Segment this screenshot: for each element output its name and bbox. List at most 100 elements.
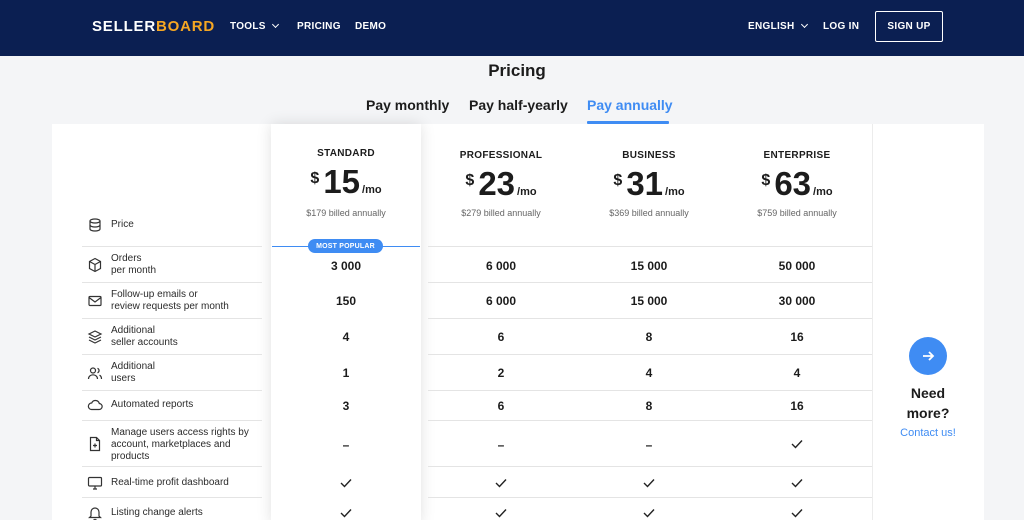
row-divider: [82, 466, 262, 467]
plan-price-business: $31/mo: [574, 165, 724, 203]
check-icon: [271, 507, 421, 520]
plan-price-professional: $23/mo: [426, 165, 576, 203]
price-currency: $: [310, 170, 320, 187]
feature-label-profit-dashboard: Real-time profit dashboard: [111, 477, 229, 488]
feature-value: 6 000: [485, 294, 517, 308]
row-divider: [82, 318, 262, 319]
feature-value: –: [342, 438, 350, 452]
nav-pricing-link[interactable]: PRICING: [297, 21, 341, 32]
language-selector[interactable]: ENGLISH: [748, 20, 808, 32]
feature-label-users: Additional users: [111, 361, 155, 384]
feature-value: 2: [497, 366, 505, 380]
price-amount: 23: [478, 165, 516, 202]
check-icon: [722, 477, 872, 491]
monitor-icon: [87, 475, 103, 491]
check-icon: [574, 507, 724, 520]
feature-label-listing-alerts: Listing change alerts: [111, 507, 203, 518]
need-more-arrow-button[interactable]: [909, 337, 947, 375]
feature-value: 6: [497, 330, 505, 344]
feature-value: 150: [335, 294, 357, 308]
billed-note-professional: $279 billed annually: [461, 208, 541, 218]
logo-text-seller: SELLER: [92, 18, 156, 35]
coins-icon: [87, 217, 103, 233]
feature-value: 15 000: [630, 259, 668, 273]
check-icon: [426, 477, 576, 491]
most-popular-badge: MOST POPULAR: [308, 239, 383, 253]
plan-name-standard: STANDARD: [317, 148, 375, 159]
file-plus-icon: [87, 436, 103, 452]
tab-pay-annually[interactable]: Pay annually: [587, 97, 673, 113]
layers-icon: [87, 329, 103, 345]
cloud-icon: [87, 397, 103, 413]
feature-label-access-rights: Manage users access rights by account, m…: [111, 427, 249, 462]
arrow-right-icon: [923, 351, 935, 361]
check-icon: [426, 507, 576, 520]
bell-icon: [87, 505, 103, 520]
users-icon: [87, 365, 103, 381]
logo[interactable]: SELLERBOARD: [92, 18, 215, 35]
row-divider: [82, 497, 262, 498]
row-divider: [428, 282, 872, 283]
row-divider: [428, 390, 872, 391]
feature-value: 30 000: [778, 294, 816, 308]
row-divider: [82, 354, 262, 355]
billed-note-enterprise: $759 billed annually: [757, 208, 837, 218]
nav-demo-link[interactable]: DEMO: [355, 21, 386, 32]
feature-value: 16: [790, 330, 804, 344]
feature-value: 15 000: [630, 294, 668, 308]
row-divider: [428, 246, 872, 247]
row-divider: [428, 497, 872, 498]
tab-pay-monthly[interactable]: Pay monthly: [366, 97, 449, 113]
feature-label-seller-accounts: Additional seller accounts: [111, 325, 178, 348]
language-label: ENGLISH: [748, 21, 795, 32]
need-more-panel: [872, 124, 984, 520]
top-nav: SELLERBOARD TOOLS PRICING DEMO ENGLISH L…: [0, 0, 1024, 56]
feature-value: 50 000: [778, 259, 816, 273]
feature-value: 3: [342, 399, 350, 413]
nav-tools-label: TOOLS: [230, 21, 266, 32]
price-amount: 63: [774, 165, 812, 202]
price-currency: $: [761, 172, 771, 189]
feature-value: 8: [645, 330, 653, 344]
price-amount: 31: [626, 165, 664, 202]
row-divider: [82, 246, 262, 247]
feature-value: 3 000: [330, 259, 362, 273]
check-icon: [722, 507, 872, 520]
nav-tools-menu[interactable]: TOOLS: [230, 20, 279, 32]
feature-value: 6: [497, 399, 505, 413]
billed-note-business: $369 billed annually: [609, 208, 689, 218]
price-period: /mo: [665, 186, 685, 198]
chevron-down-icon: [271, 20, 279, 29]
row-divider: [428, 354, 872, 355]
logo-text-board: BOARD: [155, 18, 215, 35]
feature-value: 4: [342, 330, 350, 344]
plan-name-professional: PROFESSIONAL: [459, 150, 543, 161]
row-divider: [82, 420, 262, 421]
feature-value: 1: [342, 366, 350, 380]
feature-value: –: [497, 438, 505, 452]
feature-label-automated-reports: Automated reports: [111, 399, 194, 410]
row-divider: [428, 466, 872, 467]
feature-value: 16: [790, 399, 804, 413]
price-period: /mo: [362, 184, 382, 196]
login-link[interactable]: LOG IN: [823, 21, 859, 32]
contact-us-link[interactable]: Contact us!: [884, 427, 972, 439]
check-icon: [271, 477, 421, 491]
signup-button[interactable]: SIGN UP: [875, 11, 943, 42]
plan-name-enterprise: ENTERPRISE: [763, 150, 831, 161]
plan-price-enterprise: $63/mo: [722, 165, 872, 203]
need-more-title: Need more?: [906, 385, 950, 421]
tab-pay-half-yearly[interactable]: Pay half-yearly: [469, 97, 568, 113]
price-amount: 15: [323, 163, 361, 200]
row-divider: [82, 282, 262, 283]
billed-note-standard: $179 billed annually: [306, 208, 386, 218]
check-icon: [722, 438, 872, 452]
price-currency: $: [613, 172, 623, 189]
feature-value: 6 000: [485, 259, 517, 273]
price-currency: $: [465, 172, 475, 189]
plan-name-business: BUSINESS: [622, 150, 676, 161]
row-divider: [82, 390, 262, 391]
price-period: /mo: [813, 186, 833, 198]
feature-label-orders: Orders per month: [111, 253, 157, 276]
price-period: /mo: [517, 186, 537, 198]
